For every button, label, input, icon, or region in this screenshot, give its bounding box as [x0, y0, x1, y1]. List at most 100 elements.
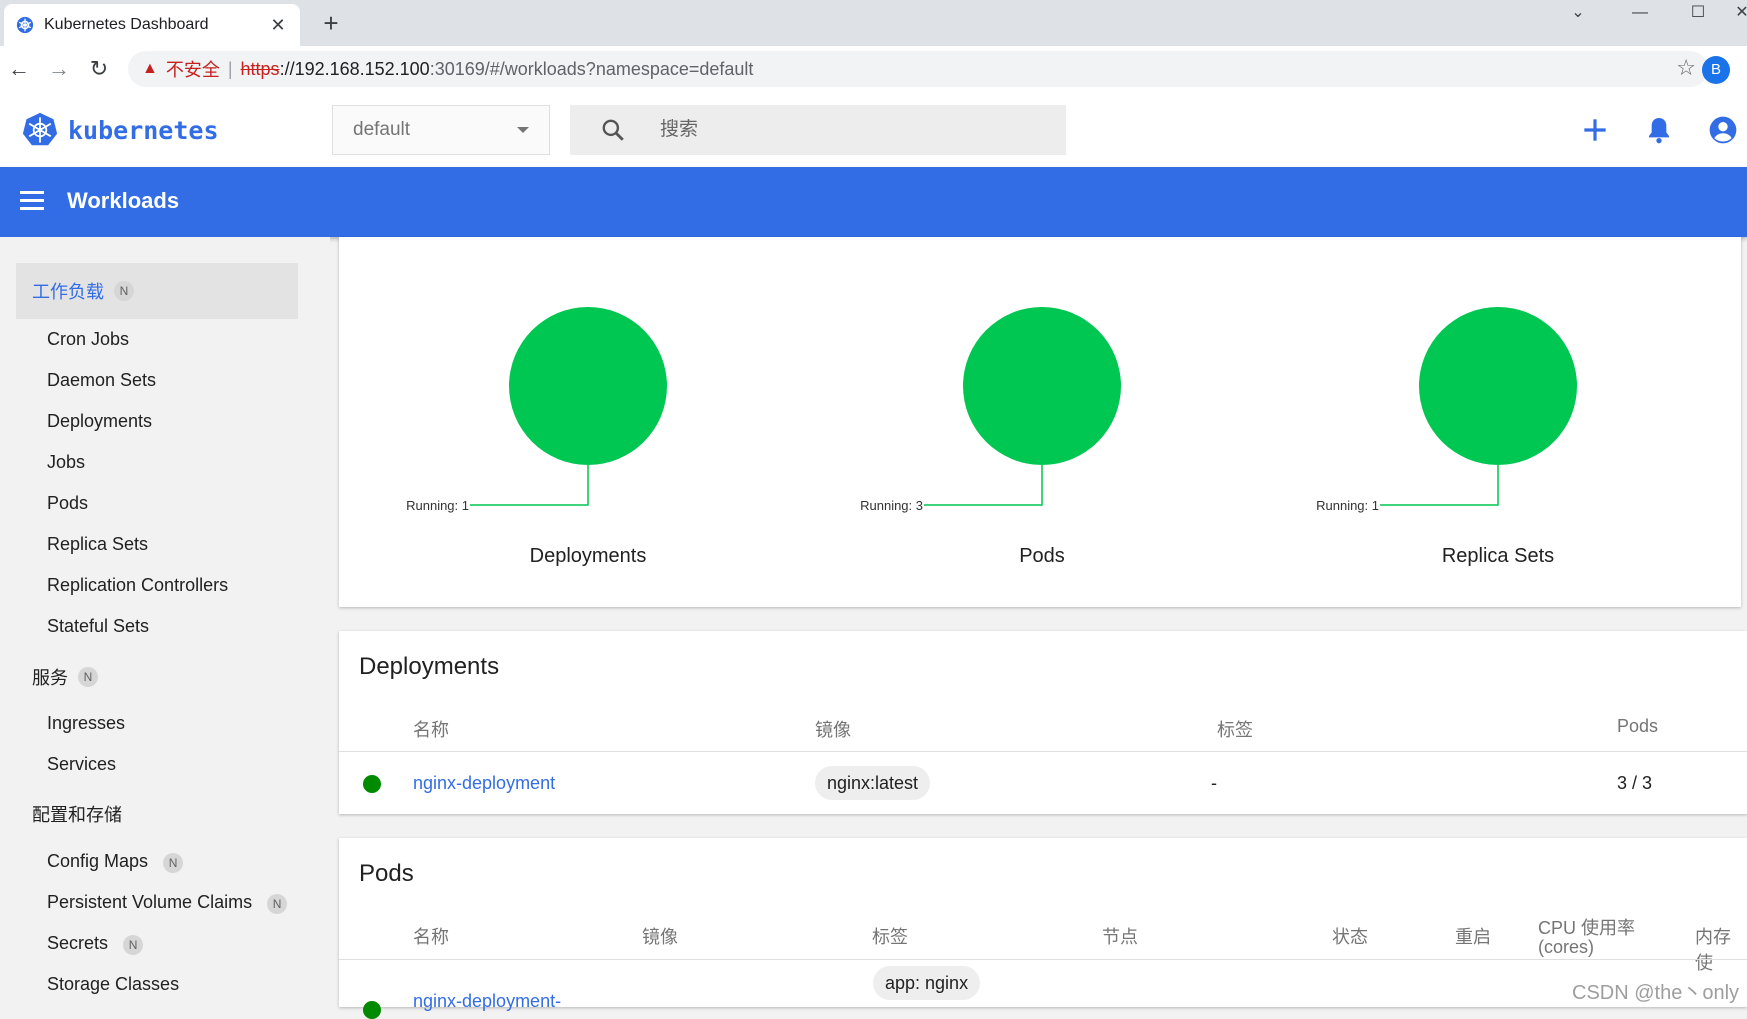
sidebar-item-stateful-sets[interactable]: Stateful Sets [47, 616, 149, 637]
kubernetes-logo[interactable]: kubernetes [22, 112, 219, 148]
pods-card: Pods 名称 镜像 标签 节点 状态 重启 CPU 使用率 (cores) 内… [339, 838, 1747, 1019]
maximize-window-icon[interactable]: ☐ [1678, 0, 1718, 26]
app-header: kubernetes default [0, 92, 1747, 167]
sidebar-item-config-maps[interactable]: Config Maps N [47, 851, 184, 873]
browser-tab[interactable]: Kubernetes Dashboard ✕ [4, 4, 300, 46]
minimize-window-icon[interactable]: — [1620, 0, 1660, 26]
back-arrow-icon[interactable]: ← [4, 54, 34, 84]
table-divider [339, 959, 1747, 960]
status-chart-title: Pods [1019, 545, 1065, 567]
sidebar-item-storage-classes[interactable]: Storage Classes [47, 974, 179, 995]
url-scheme: https [240, 58, 280, 79]
sidebar-item-daemon-sets[interactable]: Daemon Sets [47, 370, 156, 391]
namespace-select[interactable]: default [332, 105, 550, 155]
dropdown-caret-icon [517, 127, 529, 133]
label-chip: app: nginx [873, 966, 981, 1000]
workload-status-card: Running: 1 Deployments Running: 3 Pods Runni… [339, 237, 1741, 607]
running-label-leader [470, 465, 589, 506]
nav-group-services[interactable]: 服务 N [16, 649, 298, 705]
address-separator: | [227, 58, 233, 79]
sidebar-item-secrets[interactable]: Secrets N [47, 933, 144, 955]
nav-group-label: 工作负载 [32, 282, 104, 302]
new-badge: N [78, 667, 98, 687]
tab-search-chevron-icon[interactable]: ⌄ [1558, 0, 1598, 26]
running-pie-slice [963, 307, 1121, 465]
column-header-status: 状态 [1332, 927, 1368, 947]
url-host: ://192.168.152.100 [279, 58, 430, 79]
table-divider [339, 751, 1747, 752]
column-header-name[interactable]: 名称 [413, 716, 449, 742]
new-badge: N [114, 281, 134, 301]
nav-group-workloads[interactable]: 工作负载 N [16, 263, 298, 319]
running-count-label: Running: 1 [406, 498, 469, 513]
logo-text: kubernetes [68, 115, 219, 145]
deployment-labels: - [1211, 773, 1217, 793]
status-chart-title: Replica Sets [1442, 545, 1554, 567]
address-bar[interactable]: ▲ 不安全 | https://192.168.152.100:30169/#/… [128, 51, 1708, 87]
deployments-card-title: Deployments [359, 653, 500, 680]
pods-card-title: Pods [359, 860, 414, 887]
sidebar-item-jobs[interactable]: Jobs [47, 452, 85, 473]
sidebar-item-cron-jobs[interactable]: Cron Jobs [47, 329, 129, 350]
sidebar-item-services[interactable]: Services [47, 754, 116, 775]
search-input[interactable] [660, 119, 1040, 141]
profile-avatar[interactable]: B [1702, 56, 1730, 84]
sidebar: 工作负载 N Cron Jobs Daemon Sets Deployments… [0, 237, 330, 1007]
running-count-label: Running: 1 [1316, 498, 1379, 513]
pod-name-link[interactable]: nginx-deployment- [413, 991, 561, 1012]
nav-group-label: 配置和存储 [32, 805, 122, 825]
deployment-name-link[interactable]: nginx-deployment [413, 773, 555, 794]
deployments-card: Deployments 名称 镜像 标签 Pods nginx-deployme… [339, 631, 1747, 814]
column-header-labels: 标签 [1217, 720, 1253, 740]
sidebar-item-replica-sets[interactable]: Replica Sets [47, 534, 148, 555]
forward-arrow-icon[interactable]: → [44, 54, 74, 84]
column-header-image: 镜像 [815, 720, 851, 740]
sidebar-item-pods[interactable]: Pods [47, 493, 88, 514]
column-header-pods: Pods [1617, 716, 1659, 736]
notifications-bell-icon[interactable] [1643, 114, 1675, 146]
create-plus-icon[interactable] [1579, 114, 1611, 146]
workload-status-charts: Running: 1 Deployments Running: 3 Pods Runni… [406, 307, 1577, 567]
reload-icon[interactable]: ↻ [84, 54, 114, 84]
search-icon [602, 119, 624, 141]
security-label: 不安全 [165, 60, 220, 80]
search-box[interactable] [570, 105, 1066, 155]
new-tab-button[interactable]: + [316, 8, 346, 38]
bookmark-star-icon[interactable]: ☆ [1676, 55, 1696, 81]
account-circle-icon[interactable] [1707, 114, 1739, 146]
new-badge: N [267, 894, 288, 914]
warning-triangle-icon: ▲ [142, 60, 158, 77]
watermark: CSDN @the丶only [1572, 982, 1740, 1004]
running-pie-slice [1419, 307, 1577, 465]
hamburger-menu-icon[interactable] [20, 191, 44, 213]
new-badge: N [163, 853, 184, 873]
tab-title: Kubernetes Dashboard [44, 16, 209, 33]
browser-tabstrip: Kubernetes Dashboard ✕ + ⌄ — ☐ ✕ [0, 0, 1747, 46]
sidebar-item-ingresses[interactable]: Ingresses [47, 713, 125, 734]
running-label-leader [1380, 465, 1499, 506]
page-title: Workloads [67, 188, 180, 213]
column-header-image: 镜像 [642, 927, 678, 947]
sidebar-item-deployments[interactable]: Deployments [47, 411, 152, 432]
running-label-leader [924, 465, 1043, 506]
status-running-icon [363, 775, 381, 793]
sidebar-item-replication-controllers[interactable]: Replication Controllers [47, 575, 228, 596]
sidebar-item-persistent-volume-claims[interactable]: Persistent Volume Claims N [47, 892, 288, 914]
tab-close-icon[interactable]: ✕ [268, 15, 288, 36]
column-header-node: 节点 [1102, 927, 1138, 947]
nav-group-config-storage[interactable]: 配置和存储 [16, 786, 298, 842]
status-chart-title: Deployments [530, 545, 647, 567]
sidebar-item-label: Persistent Volume Claims [47, 892, 253, 912]
sidebar-item-label: Secrets [47, 933, 109, 953]
status-running-icon [363, 1001, 381, 1019]
namespace-value: default [353, 119, 411, 140]
url-path: :30169/#/workloads?namespace=default [429, 58, 754, 79]
nav-group-label: 服务 [32, 668, 68, 688]
column-header-name[interactable]: 名称 [413, 923, 449, 949]
image-chip: nginx:latest [815, 766, 931, 800]
column-header-memory: 内存使 [1695, 927, 1731, 973]
kubernetes-wheel-icon [22, 112, 58, 146]
column-header-restarts: 重启 [1455, 927, 1491, 947]
kubernetes-favicon-icon [16, 16, 34, 34]
close-window-icon[interactable]: ✕ [1722, 0, 1747, 26]
